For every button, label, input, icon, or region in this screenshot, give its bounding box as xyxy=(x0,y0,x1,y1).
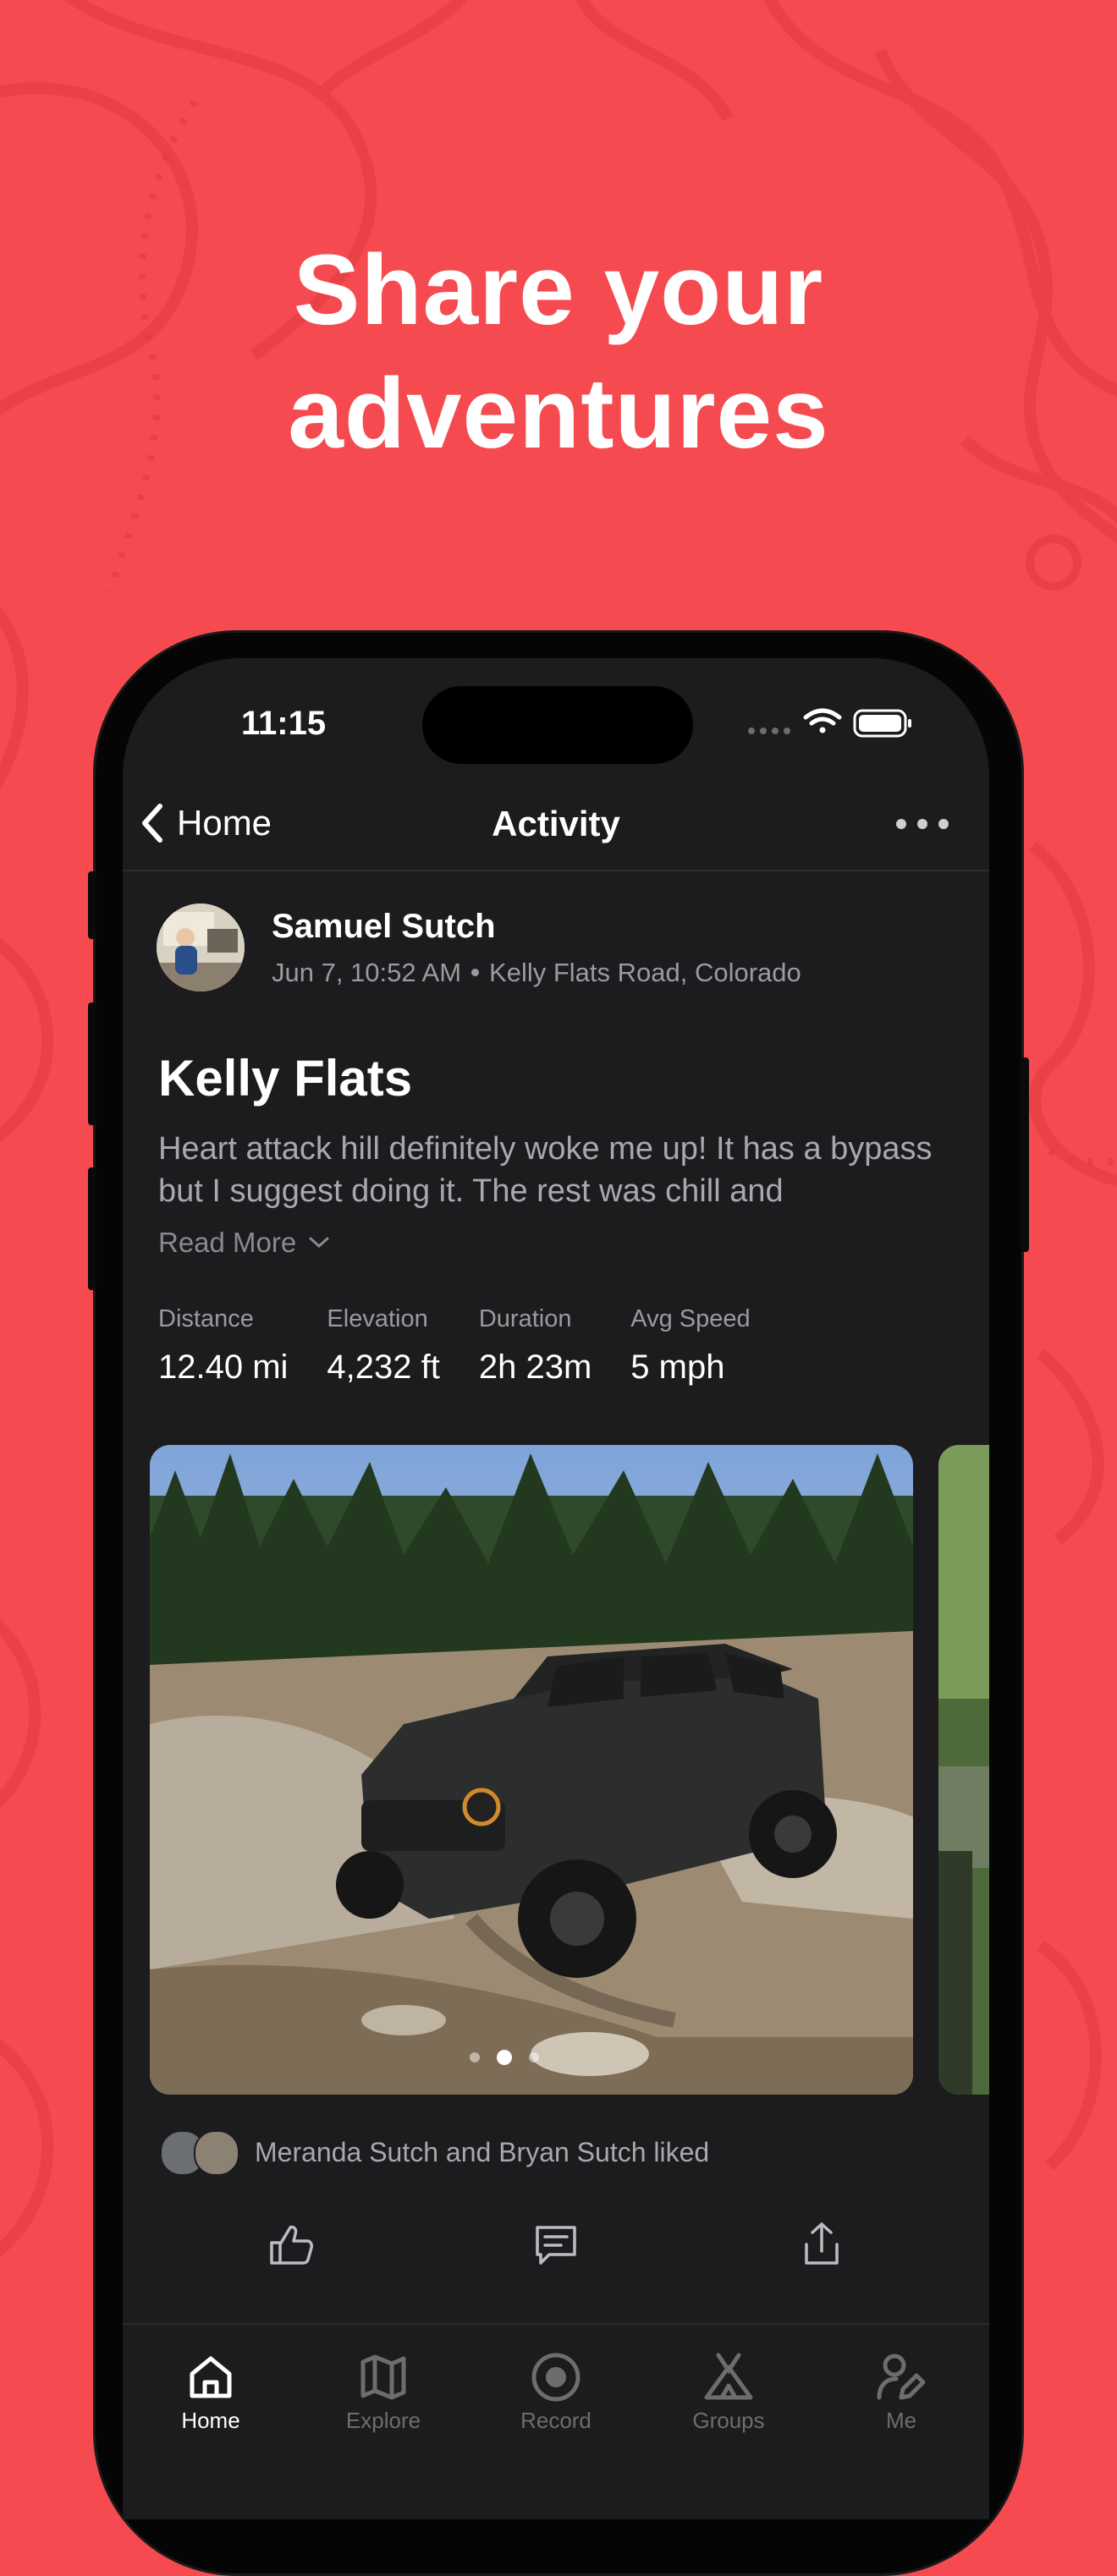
home-icon xyxy=(190,2356,232,2398)
post-title: Kelly Flats xyxy=(158,1050,413,1107)
stat-value: 12.40 mi xyxy=(158,1348,289,1386)
photo-pager xyxy=(123,2050,886,2065)
phone-power-button xyxy=(1021,1057,1029,1252)
likes-text: Meranda Sutch and Bryan Sutch liked xyxy=(255,2136,710,2167)
post-timestamp: Jun 7, 10:52 AM xyxy=(272,957,462,987)
pager-dot[interactable] xyxy=(470,2052,480,2062)
like-button[interactable] xyxy=(265,2219,316,2270)
comment-button[interactable] xyxy=(531,2219,581,2270)
liker-avatars xyxy=(160,2130,243,2176)
stat-label: Elevation xyxy=(327,1305,428,1332)
stat-elevation: Elevation 4,232 ft xyxy=(327,1305,439,1387)
pager-dot-active[interactable] xyxy=(497,2050,512,2065)
battery-icon xyxy=(853,709,911,738)
read-more-button[interactable]: Read More xyxy=(158,1227,330,1259)
read-more-label: Read More xyxy=(158,1227,297,1258)
tab-explore[interactable]: Explore xyxy=(316,2350,451,2434)
tab-home[interactable]: Home xyxy=(143,2350,278,2434)
signal-icon xyxy=(748,728,790,734)
phone-volume-up xyxy=(88,1002,96,1125)
tab-label: Explore xyxy=(345,2408,421,2433)
likes-summary[interactable]: Meranda Sutch and Bryan Sutch liked xyxy=(160,2130,710,2176)
profile-edit-icon xyxy=(877,2354,926,2400)
wifi-icon xyxy=(803,708,842,733)
status-time: 11:15 xyxy=(241,705,327,742)
headline-line-1: Share your xyxy=(293,234,824,346)
next-photo-preview[interactable] xyxy=(938,1445,989,2095)
phone-volume-down xyxy=(88,1167,96,1290)
status-icons xyxy=(748,708,911,738)
tab-bar: Home Explore Record Groups Me xyxy=(123,2323,989,2519)
dynamic-island xyxy=(422,686,693,764)
stat-value: 2h 23m xyxy=(478,1348,592,1386)
tab-label: Record xyxy=(520,2408,592,2433)
meta-separator xyxy=(471,969,480,976)
offroad-truck-photo xyxy=(150,1445,913,2095)
tab-label: Home xyxy=(181,2408,240,2433)
headline-line-2: adventures xyxy=(288,358,829,470)
post-stats: Distance 12.40 mi Elevation 4,232 ft Dur… xyxy=(158,1305,790,1387)
avatar xyxy=(194,2130,239,2176)
phone-side-button xyxy=(88,871,96,939)
share-button[interactable] xyxy=(796,2219,847,2270)
post-photo[interactable] xyxy=(150,1445,913,2095)
stat-avg-speed: Avg Speed 5 mph xyxy=(630,1305,750,1387)
navigation-bar: Home Activity xyxy=(123,777,989,871)
post-actions xyxy=(123,2219,989,2278)
phone-screen: 11:15 Home Activity Samuel Sutch Jun 7, … xyxy=(123,658,989,2519)
stat-duration: Duration 2h 23m xyxy=(479,1305,592,1387)
chevron-down-icon xyxy=(309,1237,329,1249)
tab-label: Me xyxy=(885,2408,917,2433)
post-meta: Jun 7, 10:52 AM Kelly Flats Road, Colora… xyxy=(272,958,801,988)
author-name[interactable]: Samuel Sutch xyxy=(272,908,801,946)
post-description: Heart attack hill definitely woke me up!… xyxy=(158,1131,933,1209)
tent-icon xyxy=(704,2353,753,2400)
share-icon xyxy=(805,2222,839,2265)
nav-title: Activity xyxy=(492,804,620,843)
stat-label: Avg Speed xyxy=(630,1305,751,1332)
tab-me[interactable]: Me xyxy=(834,2350,969,2434)
avatar[interactable] xyxy=(157,904,245,991)
tab-label: Groups xyxy=(692,2408,765,2433)
stat-value: 5 mph xyxy=(630,1348,725,1386)
stat-label: Duration xyxy=(478,1305,572,1332)
post-location[interactable]: Kelly Flats Road, Colorado xyxy=(489,958,801,988)
next-photo-image xyxy=(938,1445,989,2095)
tab-record[interactable]: Record xyxy=(488,2350,624,2434)
tab-groups[interactable]: Groups xyxy=(661,2350,796,2434)
map-icon xyxy=(360,2354,406,2400)
stat-label: Distance xyxy=(158,1305,254,1332)
post-author[interactable]: Samuel Sutch Jun 7, 10:52 AM Kelly Flats… xyxy=(157,904,801,991)
stat-value: 4,232 ft xyxy=(327,1348,440,1386)
stat-distance: Distance 12.40 mi xyxy=(158,1305,288,1387)
pager-dot[interactable] xyxy=(529,2052,539,2062)
record-icon xyxy=(531,2353,581,2402)
headline: Share your adventures xyxy=(0,228,1117,475)
thumbs-up-icon xyxy=(270,2225,313,2265)
avatar-image xyxy=(157,904,245,991)
ellipsis-icon[interactable] xyxy=(893,805,952,843)
comment-icon xyxy=(536,2226,576,2265)
